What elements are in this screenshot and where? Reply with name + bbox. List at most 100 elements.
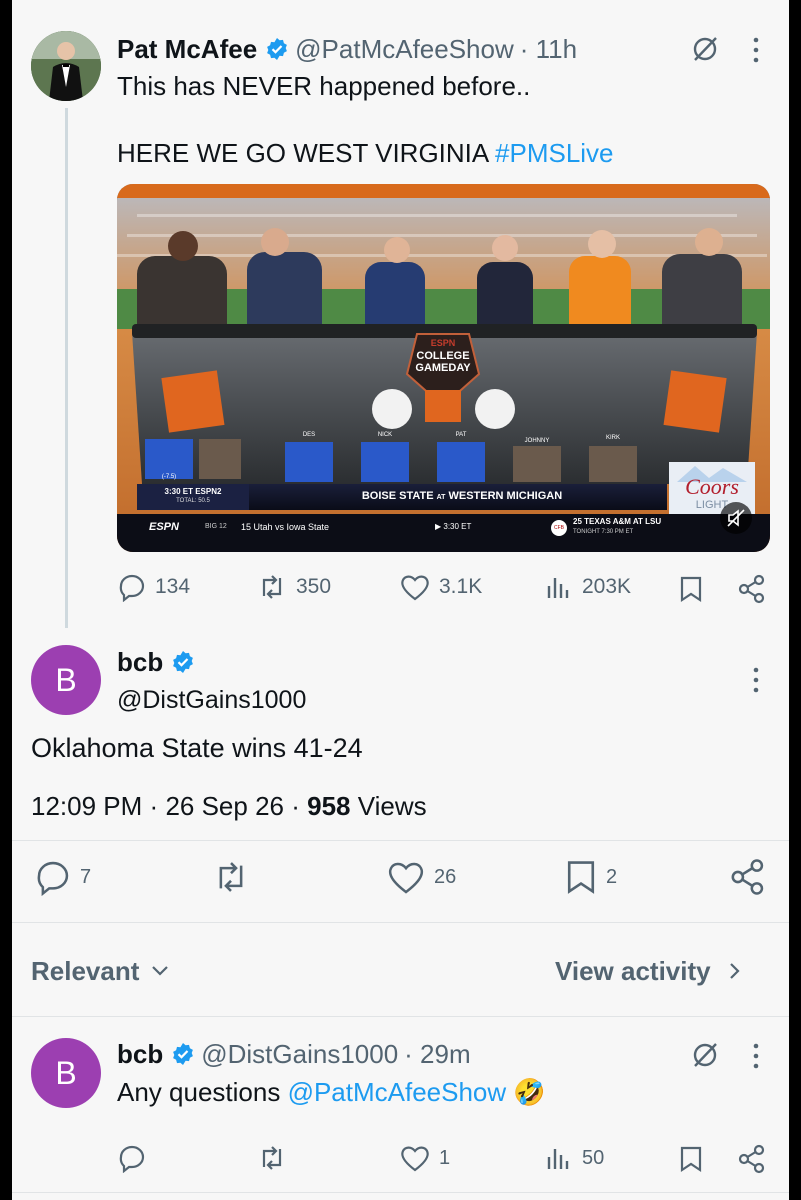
tweet-video[interactable]: ESPN COLLEGE GAMEDAY DES NICK PAT JOHNNY … <box>117 184 770 552</box>
verified-badge-icon <box>173 651 194 673</box>
mute-button[interactable] <box>720 502 752 534</box>
reply-action[interactable]: 134 <box>117 572 190 602</box>
reply-like-count: 1 <box>439 1146 451 1169</box>
host-name-kirk: KIRK <box>605 435 620 441</box>
author-avatar[interactable] <box>31 31 101 101</box>
page: Pat McAfee @PatMcAfeeShow · 11h This has… <box>0 0 801 1200</box>
ticker-cfb-badge: CFB <box>551 520 567 536</box>
reply-count: 134 <box>155 575 191 598</box>
focus-bookmark-action[interactable]: 2 <box>564 858 617 896</box>
focus-repost-action[interactable] <box>210 858 260 896</box>
reply-time[interactable]: · 29m <box>404 1039 470 1070</box>
focus-reply-action[interactable]: 7 <box>34 858 91 896</box>
view-activity-link[interactable]: View activity <box>555 952 741 990</box>
matchup-team-1: BOISE STATE <box>361 490 434 502</box>
divider <box>12 1192 789 1193</box>
like-action[interactable]: 3.1K <box>399 572 482 602</box>
reply-text-body: Any questions <box>117 1077 288 1107</box>
left-letterbox <box>0 0 12 1200</box>
repost-action[interactable]: 350 <box>256 572 331 602</box>
laughing-emoji: 🤣 <box>513 1077 546 1107</box>
author-name[interactable]: Pat McAfee <box>117 34 257 65</box>
ticker-game: 15 Utah vs Iowa State <box>241 522 330 532</box>
view-activity-label: View activity <box>555 955 711 986</box>
share-icon[interactable] <box>728 858 768 896</box>
more-icon[interactable] <box>748 1042 764 1070</box>
relevant-label: Relevant <box>31 955 140 986</box>
views-icon <box>547 1149 569 1169</box>
gameday-logo-line1: COLLEGE <box>416 350 470 362</box>
focus-date[interactable]: 26 Sep 26 <box>165 791 284 821</box>
share-icon[interactable] <box>737 574 767 604</box>
bookmark-icon[interactable] <box>678 1145 704 1173</box>
divider <box>12 922 789 923</box>
reply-views-count: 50 <box>582 1146 605 1169</box>
meta-dot: · <box>291 791 300 821</box>
grok-icon[interactable] <box>690 1040 720 1070</box>
views-action[interactable]: 203K <box>544 572 631 602</box>
divider <box>12 1016 789 1017</box>
focus-handle[interactable]: @DistGains1000 <box>117 686 306 715</box>
bookmark-icon <box>567 861 595 894</box>
reply-views-action[interactable]: 50 <box>544 1143 604 1173</box>
focus-author-name[interactable]: bcb <box>117 647 163 678</box>
grok-icon[interactable] <box>690 34 720 64</box>
verified-badge-icon <box>267 38 288 60</box>
thread-line <box>65 108 68 628</box>
reply-handle[interactable]: @DistGains1000 <box>201 1039 398 1070</box>
hashtag-link[interactable]: #PMSLive <box>495 138 614 168</box>
reply-icon <box>119 574 145 602</box>
share-icon[interactable] <box>737 1144 767 1174</box>
focus-meta: 12:09 PM · 26 Sep 26 · 958 Views <box>31 791 427 822</box>
focus-like-action[interactable]: 26 <box>386 858 456 896</box>
gameday-logo-top: ESPN <box>430 338 456 348</box>
chevron-down-icon <box>152 966 169 976</box>
reply-like-action[interactable]: 1 <box>399 1143 450 1173</box>
reply-reply-action[interactable] <box>117 1143 155 1173</box>
matchup-label: BOISE STATE AT WESTERN MICHIGAN <box>257 490 667 502</box>
ticker-time: ▶ 3:30 ET <box>435 522 472 531</box>
tweet-text-line1: This has NEVER happened before.. <box>117 71 531 101</box>
reply-avatar[interactable]: B <box>31 1038 101 1108</box>
views-count: 203K <box>582 575 632 598</box>
ticker-right-2: TONIGHT 7:30 PM ET <box>573 529 634 535</box>
verified-badge-icon <box>173 1043 194 1065</box>
reply-repost-action[interactable] <box>256 1143 296 1173</box>
focus-time[interactable]: 12:09 PM <box>31 791 142 821</box>
spread-label: (-7.5) <box>161 474 177 480</box>
right-letterbox <box>789 0 801 1200</box>
reply-author-name[interactable]: bcb <box>117 1039 163 1070</box>
ticker-conf: BIG 12 <box>205 523 227 530</box>
tweet-text-line2: HERE WE GO WEST VIRGINIA #PMSLive <box>117 138 614 169</box>
like-count: 3.1K <box>439 575 483 598</box>
like-icon <box>388 862 424 894</box>
more-icon[interactable] <box>748 36 764 64</box>
like-icon <box>401 575 429 601</box>
matchup-team-2: WESTERN MICHIGAN <box>448 490 563 502</box>
matchup-at: AT <box>436 494 446 501</box>
reply-icon <box>37 861 69 896</box>
ticker-right-1: 25 TEXAS A&M AT LSU <box>573 517 662 526</box>
chevron-right-icon <box>729 963 740 979</box>
repost-count: 350 <box>296 575 332 598</box>
repost-icon <box>262 1146 282 1170</box>
relevant-dropdown[interactable]: Relevant <box>31 952 169 990</box>
focus-views-count: 958 <box>307 791 351 821</box>
focus-views-label: Views <box>350 791 427 821</box>
gameday-logo-line2: GAMEDAY <box>415 362 471 374</box>
author-handle[interactable]: @PatMcAfeeShow <box>295 34 514 65</box>
sponsor-logo-1: Coors <box>685 474 739 499</box>
host-name-johnny: JOHNNY <box>524 438 550 444</box>
repost-icon <box>262 575 282 599</box>
more-icon[interactable] <box>748 666 764 694</box>
host-name-nick: NICK <box>377 432 393 438</box>
focus-avatar[interactable]: B <box>31 645 101 715</box>
meta-dot: · <box>149 791 159 821</box>
focus-reply-count: 7 <box>80 865 92 888</box>
tweet-time[interactable]: · 11h <box>520 34 577 65</box>
views-icon <box>547 578 569 598</box>
bookmark-icon[interactable] <box>678 575 704 603</box>
host-name-des: DES <box>302 432 316 438</box>
reply-mention[interactable]: @PatMcAfeeShow <box>288 1077 507 1107</box>
host-name-pat: PAT <box>455 432 467 438</box>
